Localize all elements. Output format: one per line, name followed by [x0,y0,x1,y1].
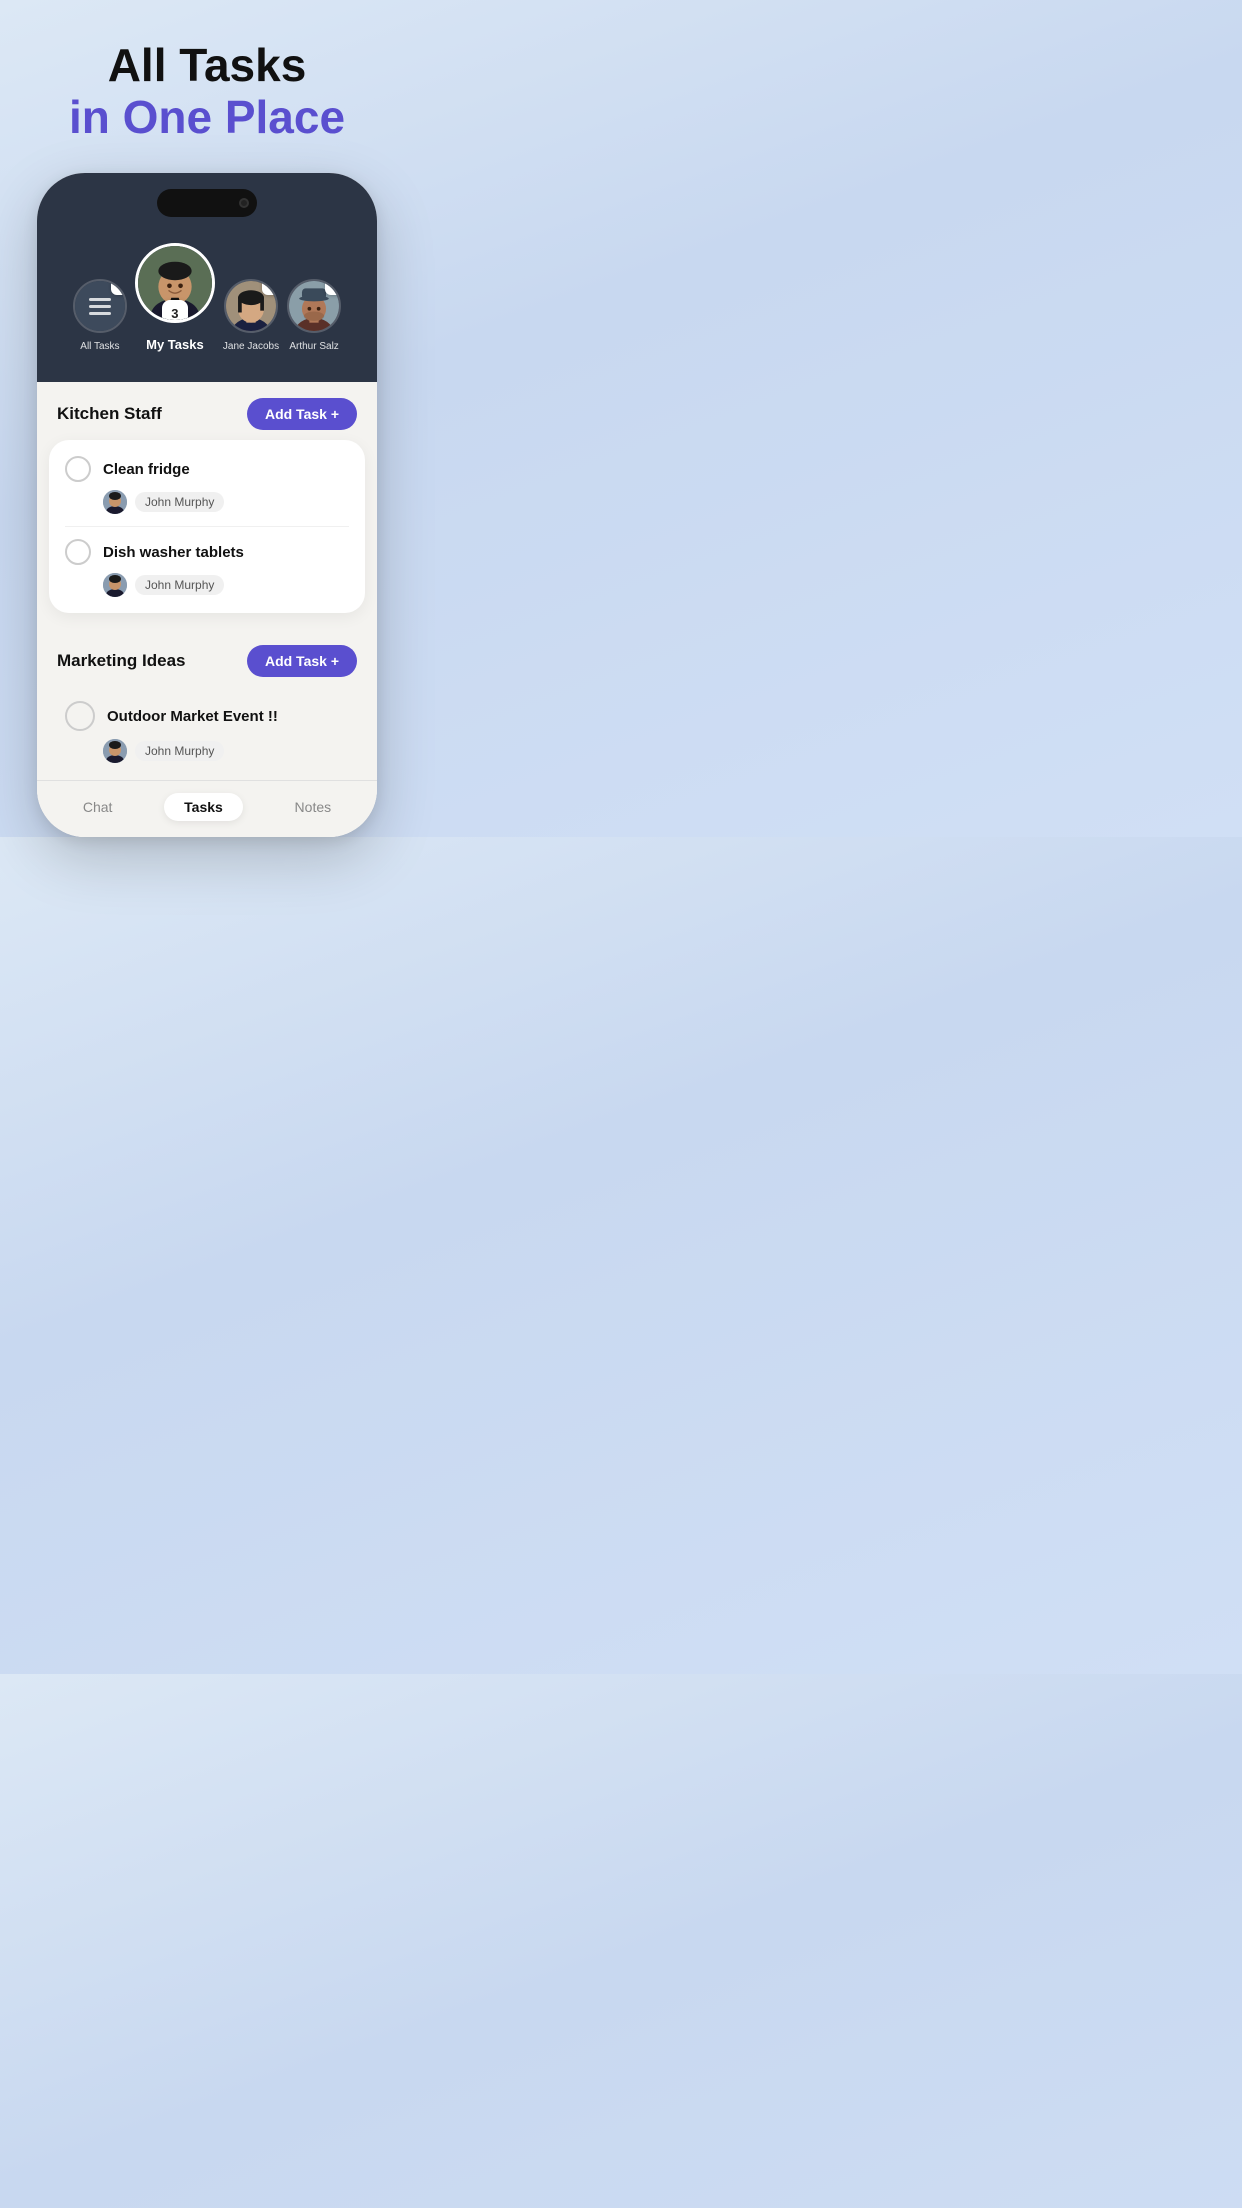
phone-top-bar [37,173,377,233]
section-marketing-ideas: Marketing Ideas Add Task + [37,629,377,687]
hero-title-line1: All Tasks [69,40,345,91]
task-text-3: Outdoor Market Event !! [107,708,278,725]
task-text-2: Dish washer tablets [103,544,244,561]
my-tasks-label: My Tasks [146,337,204,352]
badge-jane: 1 [262,279,278,295]
assignee-avatar-1 [103,490,127,514]
avatar-circle-me: 3 [135,243,215,323]
task-row-2: Dish washer tablets [65,539,349,565]
avatar-label-arthur: Arthur Salz [289,341,338,352]
task-row-3: Outdoor Market Event !! [65,701,349,731]
list-line-1 [89,298,111,301]
assignee-portrait-3 [103,739,127,763]
phone-mockup: 8 All Tasks [37,173,377,837]
phone-body: Kitchen Staff Add Task + Clean fridge [37,382,377,837]
assignee-name-1: John Murphy [135,492,224,512]
avatar-circle-all-tasks: 8 [73,279,127,333]
assignee-avatar-3 [103,739,127,763]
task-item-outdoor-event: Outdoor Market Event !! John Murphy [65,701,349,763]
avatar-item-me[interactable]: 3 My Tasks [135,243,215,352]
avatar-label-all-tasks: All Tasks [80,341,119,352]
avatar-item-arthur[interactable]: 5 Arthur Salz [287,279,341,352]
avatar-row: 8 All Tasks [53,243,361,352]
assignee-portrait-2 [103,573,127,597]
add-task-button-kitchen[interactable]: Add Task + [247,398,357,430]
assignee-row-3: John Murphy [65,739,349,763]
list-line-3 [89,312,111,315]
assignee-name-3: John Murphy [135,741,224,761]
add-task-button-marketing[interactable]: Add Task + [247,645,357,677]
section-kitchen-staff: Kitchen Staff Add Task + [37,382,377,440]
badge-arthur: 5 [325,279,341,295]
task-item-dishwasher: Dish washer tablets John Murphy [65,527,349,597]
hero-title-line2: in One Place [69,91,345,144]
avatar-circle-arthur: 5 [287,279,341,333]
assignee-portrait-1 [103,490,127,514]
nav-notes[interactable]: Notes [295,799,332,815]
hero-section: All Tasks in One Place [69,40,345,143]
task-text-1: Clean fridge [103,461,190,478]
assignee-name-2: John Murphy [135,575,224,595]
assignee-avatar-2 [103,573,127,597]
task-item-clean-fridge: Clean fridge John Murphy [65,456,349,527]
assignee-row-2: John Murphy [65,573,349,597]
list-line-2 [89,305,111,308]
task-checkbox-1[interactable] [65,456,91,482]
active-badge-me: 3 [162,300,188,323]
phone-header: 8 All Tasks [37,233,377,382]
nav-chat[interactable]: Chat [83,799,113,815]
camera-dot [239,198,249,208]
section-title-kitchen: Kitchen Staff [57,404,162,424]
task-checkbox-3[interactable] [65,701,95,731]
bottom-nav: Chat Tasks Notes [37,780,377,837]
task-card-kitchen: Clean fridge John Murphy [49,440,365,613]
avatar-item-jane-jacobs[interactable]: 1 Jane Jacobs [223,279,279,352]
nav-tasks[interactable]: Tasks [164,793,243,821]
dynamic-island [157,189,257,217]
avatar-circle-jane: 1 [224,279,278,333]
task-checkbox-2[interactable] [65,539,91,565]
avatar-label-jane: Jane Jacobs [223,341,279,352]
task-row-1: Clean fridge [65,456,349,482]
assignee-row-1: John Murphy [65,490,349,514]
task-card-marketing: Outdoor Market Event !! John Murphy [49,687,365,777]
section-title-marketing: Marketing Ideas [57,651,186,671]
badge-all-tasks: 8 [111,279,127,295]
avatar-item-all-tasks[interactable]: 8 All Tasks [73,279,127,352]
